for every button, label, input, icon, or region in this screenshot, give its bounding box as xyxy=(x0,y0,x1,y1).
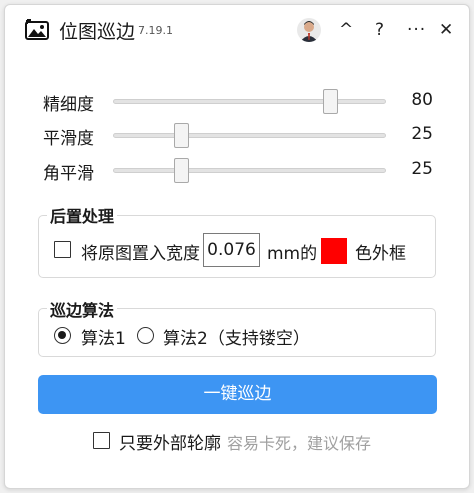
collapse-button[interactable]: ^ xyxy=(339,19,353,41)
help-button[interactable]: ? xyxy=(375,19,384,41)
close-button[interactable]: ✕ xyxy=(439,19,453,41)
slider-value: 25 xyxy=(411,159,433,179)
unit-label: mm的 xyxy=(267,244,318,264)
trace-edges-button[interactable]: 一键巡边 xyxy=(38,375,437,414)
more-button[interactable]: ··· xyxy=(407,19,426,41)
outer-only-hint: 容易卡死，建议保存 xyxy=(227,434,372,453)
algorithm-2-radio[interactable] xyxy=(137,327,154,344)
app-version: 7.19.1 xyxy=(138,24,173,37)
user-avatar[interactable] xyxy=(297,18,321,42)
slider-thumb[interactable] xyxy=(173,158,189,183)
smoothness-slider[interactable] xyxy=(113,123,386,148)
algorithm-1-label[interactable]: 算法1 xyxy=(81,324,126,349)
outer-only-checkbox[interactable] xyxy=(93,432,110,449)
slider-row-corner-smoothing: 角平滑 25 xyxy=(5,156,469,184)
slider-row-smoothness: 平滑度 25 xyxy=(5,121,469,149)
embed-original-checkbox[interactable] xyxy=(54,241,71,258)
slider-label: 平滑度 xyxy=(43,129,94,149)
embed-original-label: 将原图置入宽度 xyxy=(81,244,200,264)
algorithm-title: 巡边算法 xyxy=(47,297,118,321)
title-bar: 位图巡边 7.19.1 ^ ? ··· ✕ xyxy=(5,5,469,55)
frame-suffix-label: 色外框 xyxy=(355,244,406,264)
slider-label: 精细度 xyxy=(43,95,94,115)
slider-value: 80 xyxy=(411,90,433,110)
app-title: 位图巡边 xyxy=(59,21,136,43)
precision-slider[interactable] xyxy=(113,89,386,114)
frame-color-swatch[interactable] xyxy=(321,238,347,264)
slider-value: 25 xyxy=(411,124,433,144)
slider-row-precision: 精细度 80 xyxy=(5,87,469,115)
algorithm-1-radio[interactable] xyxy=(54,327,71,344)
app-logo-icon xyxy=(25,19,49,41)
corner-smoothing-slider[interactable] xyxy=(113,158,386,183)
app-window: 位图巡边 7.19.1 ^ ? ··· ✕ 精细度 80 平滑度 25 角平滑 … xyxy=(4,4,470,489)
frame-width-input[interactable]: 0.076 xyxy=(203,233,260,267)
slider-label: 角平滑 xyxy=(43,164,94,184)
post-process-title: 后置处理 xyxy=(47,203,118,227)
outer-only-label: 只要外部轮廓 xyxy=(119,434,221,454)
slider-thumb[interactable] xyxy=(322,89,338,114)
slider-thumb[interactable] xyxy=(173,123,189,148)
algorithm-2-label[interactable]: 算法2（支持镂空） xyxy=(163,324,310,349)
